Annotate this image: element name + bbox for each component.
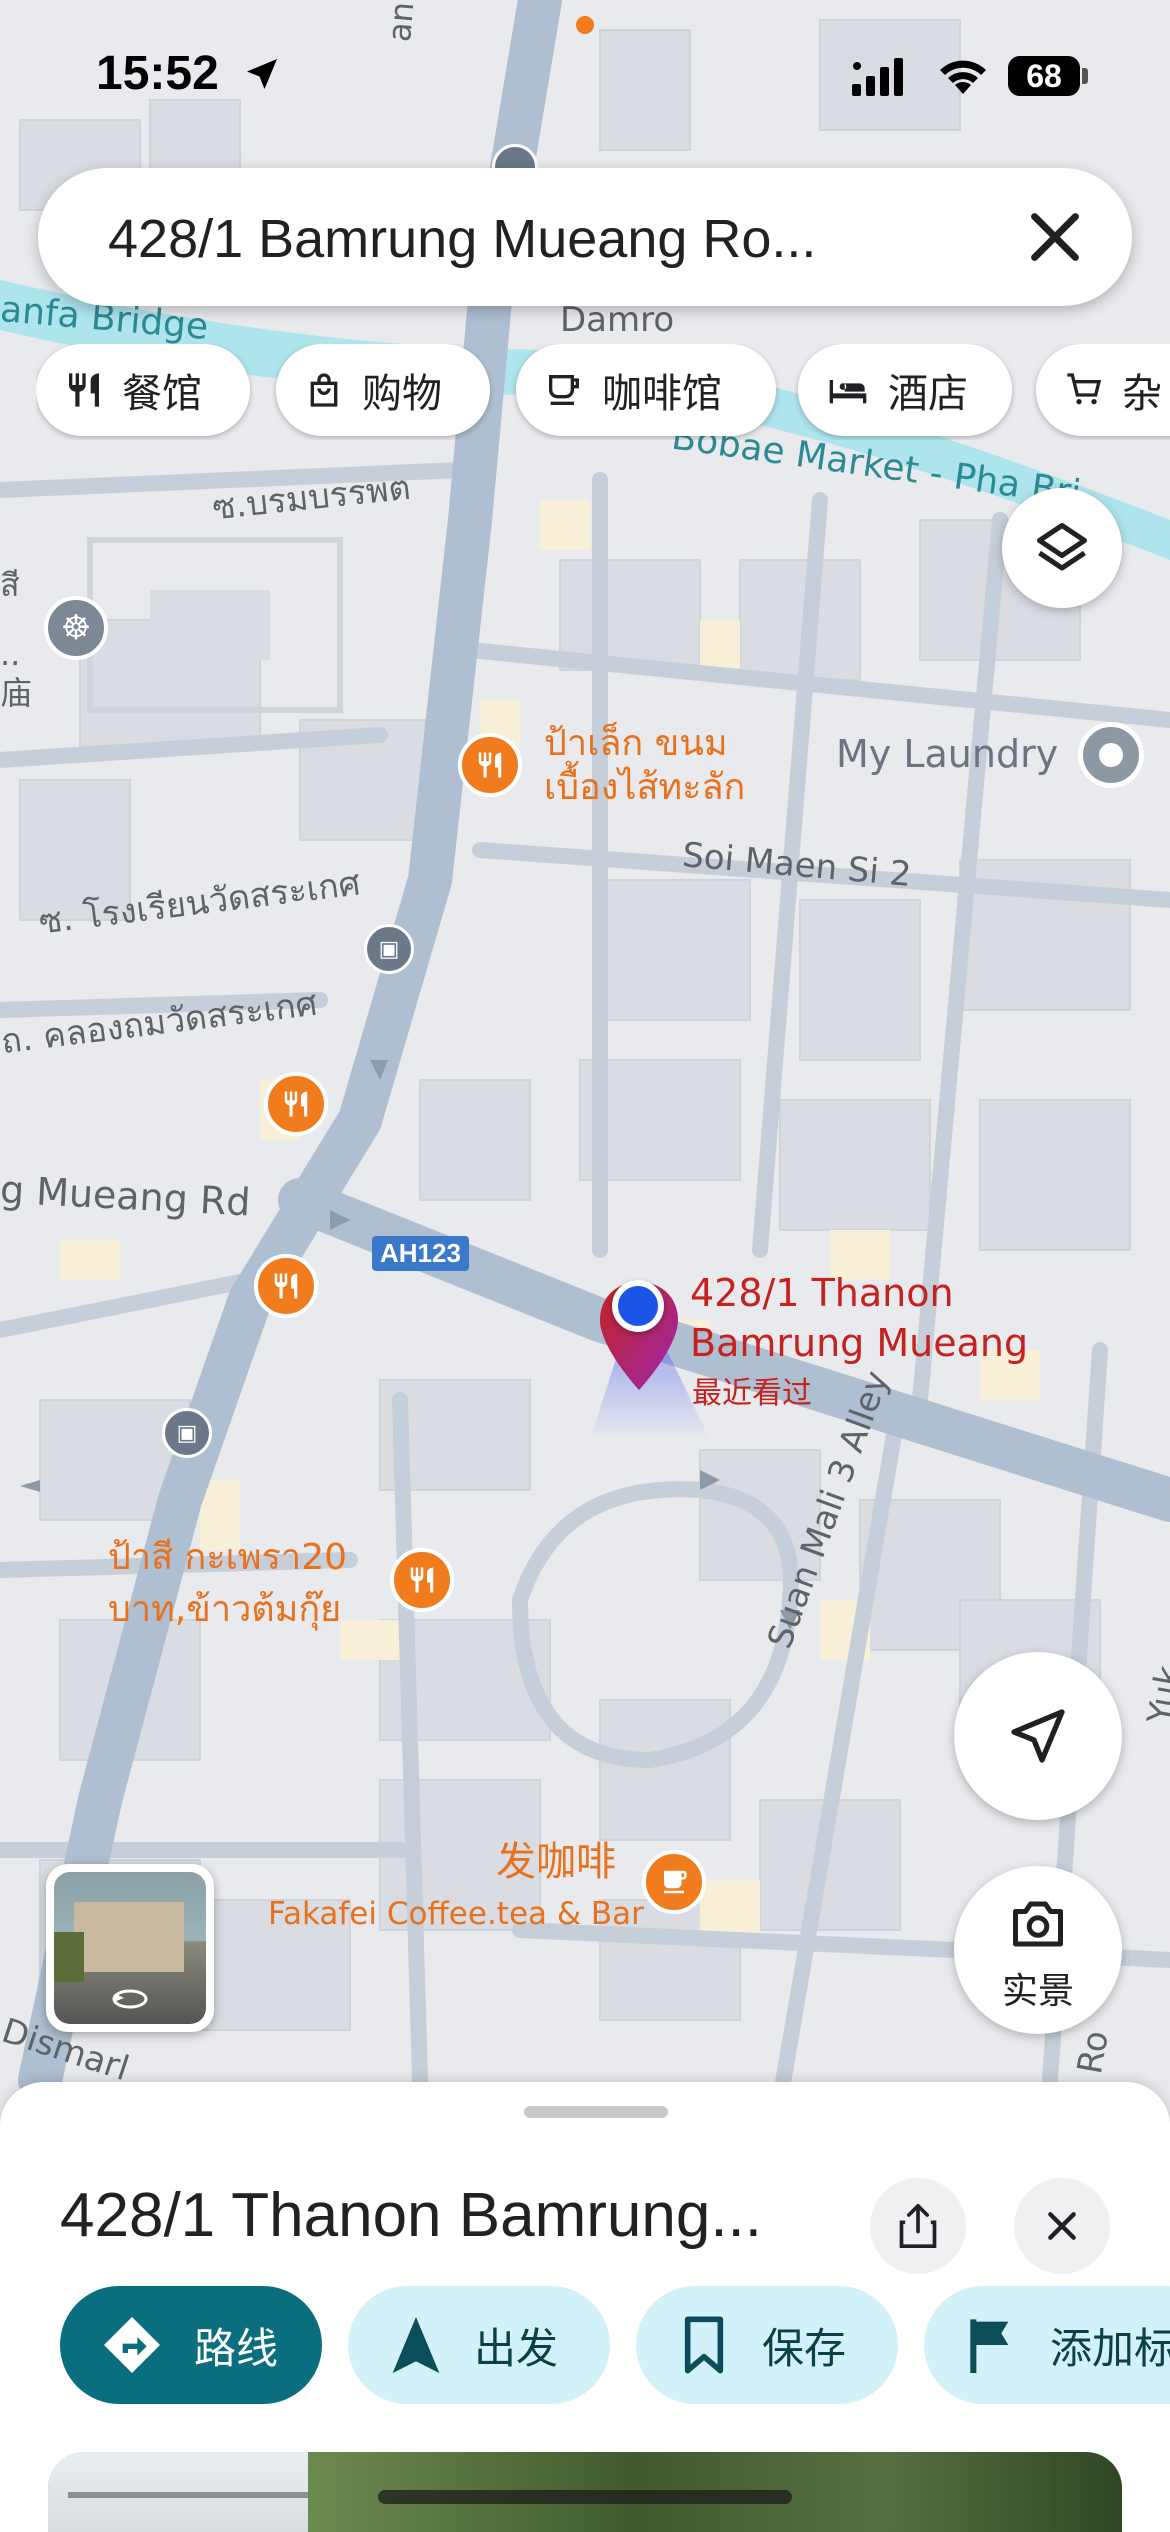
street-label-damrong: Damro	[560, 300, 675, 340]
restaurant-icon	[478, 752, 502, 778]
coffee-icon	[664, 1870, 687, 1894]
cart-icon	[1067, 373, 1102, 405]
bookmark-icon	[684, 2316, 724, 2374]
action-label: 出发	[474, 2323, 559, 2373]
restaurant-marker[interactable]	[458, 733, 522, 797]
status-bar: 15:52 68	[0, 0, 1170, 150]
action-label: 路线	[194, 2323, 279, 2373]
home-indicator	[378, 2490, 792, 2504]
dharma-wheel-icon: ☸	[60, 609, 92, 647]
chip-label: 杂	[1122, 371, 1162, 417]
temple-marker[interactable]: ☸	[44, 596, 108, 660]
location-arrow-icon	[247, 59, 277, 89]
live-view-button[interactable]: 实景	[954, 1866, 1122, 2034]
poi-label[interactable]: ป้าสี กะเพรา20	[108, 1536, 347, 1580]
battery-indicator: 68	[1008, 56, 1080, 96]
place-dot-icon	[1099, 743, 1123, 767]
poi-label[interactable]: ป้าเล็ก ขนม	[544, 722, 728, 766]
place-title: 428/1 Thanon Bamrung...	[60, 2181, 763, 2250]
shopping-bag-icon	[310, 373, 338, 407]
action-label: 保存	[762, 2323, 847, 2373]
place-bottom-sheet[interactable]: 428/1 Thanon Bamrung... 路线 出发 保存 添加标	[0, 2082, 1170, 2532]
status-time: 15:52	[96, 47, 219, 100]
action-label: 添加标	[1050, 2323, 1170, 2373]
search-input[interactable]: 428/1 Bamrung Mueang Ro...	[108, 208, 816, 270]
restaurant-marker[interactable]	[390, 1548, 454, 1612]
poi-label[interactable]: บาท,ข้าวต้มกุ๊ย	[108, 1588, 341, 1632]
close-icon	[1048, 2212, 1076, 2240]
start-button[interactable]: 出发	[348, 2286, 610, 2404]
sheet-drag-handle[interactable]	[524, 2106, 668, 2118]
chip-cafes[interactable]: 咖啡馆	[516, 344, 776, 436]
layers-icon	[1037, 523, 1087, 571]
cafe-marker[interactable]	[642, 1850, 706, 1914]
close-icon[interactable]	[1020, 202, 1090, 272]
directions-button[interactable]: 路线	[60, 2286, 322, 2404]
poi-label[interactable]: เบื้องไส้ทะลัก	[544, 766, 745, 810]
wifi-icon	[940, 60, 986, 94]
directions-icon	[104, 2317, 160, 2373]
chip-restaurants[interactable]: 餐馆	[36, 344, 250, 436]
restaurant-icon	[410, 1567, 434, 1593]
poi-label[interactable]: My Laundry	[836, 732, 1058, 776]
navigation-arrow-icon	[1011, 1709, 1065, 1763]
bus-icon: ▣	[176, 1420, 198, 1445]
poi-label[interactable]: Fakafei Coffee.tea & Bar	[268, 1896, 644, 1932]
restaurant-icon	[284, 1091, 308, 1117]
pin-label-line2[interactable]: Bamrung Mueang	[690, 1318, 1028, 1368]
share-button[interactable]	[870, 2178, 966, 2274]
highway-badge: AH123	[372, 1236, 469, 1271]
flag-icon	[970, 2319, 1009, 2373]
bus-stop-marker[interactable]: ▣	[364, 924, 414, 974]
share-icon	[899, 2203, 937, 2248]
my-location-button[interactable]	[954, 1652, 1122, 1820]
battery-tip	[1082, 68, 1088, 84]
restaurant-marker[interactable]	[254, 1254, 318, 1318]
camera-icon	[1013, 1901, 1063, 1947]
laundry-marker[interactable]	[1078, 722, 1144, 788]
navigation-arrow-icon	[392, 2317, 440, 2373]
add-label-button[interactable]: 添加标	[924, 2286, 1170, 2404]
chip-label: 酒店	[888, 371, 968, 417]
search-bar[interactable]: 428/1 Bamrung Mueang Ro...	[38, 168, 1132, 306]
my-location-dot	[612, 1280, 664, 1332]
chip-label: 购物	[362, 371, 442, 417]
pin-label-recent: 最近看过	[692, 1376, 812, 1411]
hotel-bed-icon	[829, 380, 867, 404]
street-view-thumbnail[interactable]	[46, 1864, 214, 2032]
pin-label-line1[interactable]: 428/1 Thanon	[690, 1268, 954, 1318]
coffee-icon	[549, 375, 579, 405]
save-button[interactable]: 保存	[636, 2286, 898, 2404]
map-edge-label: สี	[0, 566, 20, 604]
restaurant-icon	[274, 1273, 298, 1299]
layers-button[interactable]	[1002, 488, 1122, 608]
poi-label[interactable]: 发咖啡	[496, 1840, 616, 1884]
close-sheet-button[interactable]	[1014, 2178, 1110, 2274]
restaurant-icon	[69, 373, 99, 407]
chip-hotels[interactable]: 酒店	[798, 344, 1012, 436]
category-chips: 餐馆 购物 咖啡馆 酒店 杂	[36, 344, 1170, 440]
restaurant-marker[interactable]	[264, 1072, 328, 1136]
rotate-360-icon	[112, 1989, 148, 2009]
street-label-ro: Ro	[1070, 2027, 1117, 2077]
bus-stop-marker[interactable]: ▣	[162, 1408, 212, 1458]
chip-groceries[interactable]: 杂	[1036, 344, 1170, 436]
bus-icon: ▣	[378, 936, 400, 961]
chip-shopping[interactable]: 购物	[276, 344, 490, 436]
cellular-signal-icon	[852, 58, 903, 96]
map-edge-label: 庙	[0, 674, 33, 712]
chip-label: 咖啡馆	[602, 371, 722, 417]
street-view-image	[54, 1872, 206, 2024]
live-view-label: 实景	[1001, 1971, 1074, 2012]
chip-label: 餐馆	[122, 371, 202, 417]
